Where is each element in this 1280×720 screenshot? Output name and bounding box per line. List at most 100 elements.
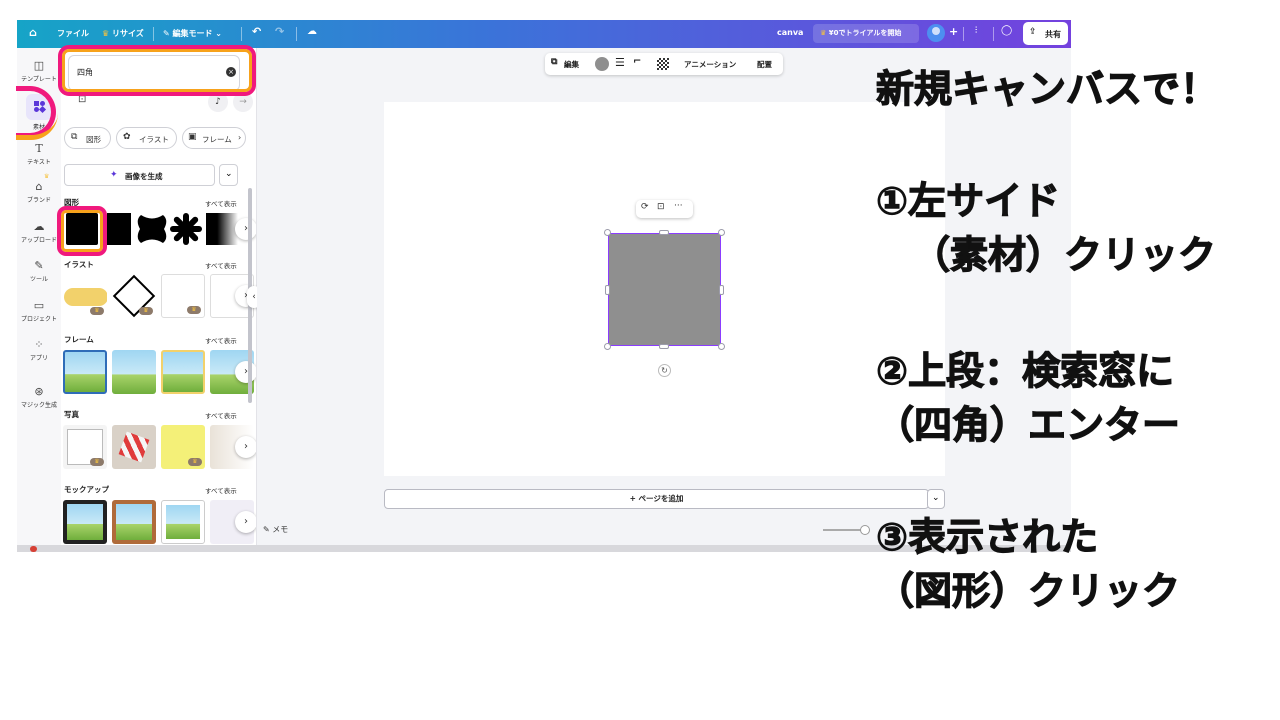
document-name[interactable]: canva xyxy=(777,28,803,37)
illustration-thumb[interactable]: ♛ xyxy=(63,274,107,318)
edit-button[interactable]: 編集 xyxy=(564,59,579,70)
context-toolbar: ⧉ 編集 ☰ ⌐ アニメーション 配置 xyxy=(545,53,783,75)
instruction-title: 新規キャンバスで！ xyxy=(875,66,1219,111)
upload-icon: ☁ xyxy=(33,220,45,233)
frame-thumb[interactable] xyxy=(63,350,107,394)
section-title-frames: フレーム xyxy=(64,335,94,344)
rail-item-projects[interactable]: ▭ プロジェクト xyxy=(17,300,61,324)
more-options-icon[interactable]: ··· xyxy=(674,201,683,211)
shapes-next-button[interactable]: › xyxy=(235,218,256,240)
crown-icon: ♛ xyxy=(187,306,201,314)
crown-icon: ♛ xyxy=(90,458,104,466)
animation-button[interactable]: アニメーション xyxy=(684,59,736,70)
mockups-next-button[interactable]: › xyxy=(235,511,256,533)
section-title-mockups: モックアップ xyxy=(64,485,109,494)
mockup-thumb[interactable] xyxy=(112,500,156,544)
photo-thumb[interactable] xyxy=(112,425,156,469)
redo-icon[interactable]: ↷ xyxy=(275,25,284,38)
rail-item-tools[interactable]: ✎ ツール xyxy=(17,259,61,284)
generate-options-button[interactable]: ⌄ xyxy=(219,164,238,186)
home-icon[interactable]: ⌂ xyxy=(29,26,37,39)
section-title-illustrations: イラスト xyxy=(64,260,94,269)
instruction-step3-detail: （図形）クリック xyxy=(875,568,1181,613)
crown-icon: ♛ xyxy=(139,307,153,315)
magic-icon: ⊛ xyxy=(34,385,44,398)
design-page[interactable]: ⟳ ⊡ ··· ↻ xyxy=(384,102,945,476)
edit-shape-icon[interactable]: ⧉ xyxy=(551,57,557,67)
rotate-handle-icon[interactable]: ↻ xyxy=(658,364,671,377)
corner-rounding-icon[interactable]: ⌐ xyxy=(633,56,641,67)
rail-item-apps[interactable]: ⁘ アプリ xyxy=(17,338,61,363)
crown-icon: ♛ xyxy=(90,307,104,315)
shape-gradient[interactable] xyxy=(206,213,238,245)
mockup-thumb[interactable] xyxy=(63,500,107,544)
generate-image-button[interactable]: ✦ 画像を生成 xyxy=(64,164,215,186)
rail-item-templates[interactable]: ◫ テンプレート xyxy=(17,59,61,84)
section-title-photos: 写真 xyxy=(64,410,79,419)
chevron-right-icon: › xyxy=(238,133,242,142)
crown-icon: ♛ xyxy=(820,29,827,37)
file-menu[interactable]: ファイル xyxy=(57,28,89,39)
search-highlight-box xyxy=(58,45,256,96)
text-icon: T xyxy=(35,142,43,155)
illustration-icon: ✿ xyxy=(123,132,131,142)
template-icon: ◫ xyxy=(33,59,45,72)
instruction-step1-detail: （素材）クリック xyxy=(911,232,1217,277)
notes-icon: ✎ xyxy=(263,525,270,534)
instructions: 新規キャンバスで！ ①左サイド （素材）クリック ②上段：検索窓に （四角）エン… xyxy=(875,0,1280,720)
rail-item-brand[interactable]: ♛ ⌂ ブランド xyxy=(17,173,61,204)
rail-item-magic[interactable]: ⊛ マジック生成 xyxy=(17,385,61,410)
see-all-frames[interactable]: すべて表示 xyxy=(205,335,237,345)
rail-item-uploads[interactable]: ☁ アップロード xyxy=(17,220,61,245)
brand-icon: ⌂ xyxy=(35,180,43,193)
transparency-icon[interactable] xyxy=(657,58,669,70)
shape-rectangle[interactable] xyxy=(107,213,131,245)
chevron-down-icon: ⌄ xyxy=(225,169,233,179)
illustration-thumb[interactable]: ♛ xyxy=(112,274,156,318)
shape-blob[interactable] xyxy=(136,212,168,246)
photo-thumb[interactable]: ♛ xyxy=(63,425,107,469)
element-toolbar: ⟳ ⊡ ··· xyxy=(636,200,693,218)
resize-menu[interactable]: ♛ リサイズ xyxy=(102,28,144,39)
zoom-slider-thumb[interactable] xyxy=(860,525,870,535)
edit-mode-menu[interactable]: ✎ 編集モード ⌄ xyxy=(163,28,222,39)
shapes-icon: ⧉ xyxy=(71,132,78,142)
tools-icon: ✎ xyxy=(34,259,44,272)
see-all-mockups[interactable]: すべて表示 xyxy=(205,485,237,495)
crown-icon: ♛ xyxy=(102,29,110,38)
instruction-step2: ②上段：検索窓に xyxy=(875,348,1175,393)
undo-icon[interactable]: ↶ xyxy=(252,25,261,38)
notes-button[interactable]: ✎ メモ xyxy=(263,524,288,535)
frame-thumb[interactable] xyxy=(112,350,156,394)
frame-icon: ▣ xyxy=(188,132,197,142)
see-all-photos[interactable]: すべて表示 xyxy=(205,410,237,420)
photos-next-button[interactable]: › xyxy=(235,436,256,458)
frames-next-button[interactable]: › xyxy=(235,361,256,383)
rail-item-text[interactable]: T テキスト xyxy=(17,142,61,167)
add-page-button[interactable]: + ページを追加 xyxy=(384,489,929,509)
see-all-shapes[interactable]: すべて表示 xyxy=(205,198,237,208)
color-swatch[interactable] xyxy=(595,57,609,71)
shape-star[interactable] xyxy=(170,212,202,246)
chip-illustrations[interactable]: ✿ イラスト xyxy=(116,127,177,149)
border-style-icon[interactable]: ☰ xyxy=(615,56,625,69)
crown-icon: ♛ xyxy=(188,458,202,466)
cloud-save-icon[interactable]: ☁ xyxy=(307,26,317,37)
crown-icon: ♛ xyxy=(44,173,50,180)
mockup-thumb[interactable] xyxy=(161,500,205,544)
photo-thumb[interactable]: ♛ xyxy=(161,425,205,469)
comment-add-icon[interactable]: ⟳ xyxy=(641,202,649,212)
frame-thumb[interactable] xyxy=(161,350,205,394)
instruction-step3: ③表示された xyxy=(875,514,1099,559)
shape-highlight-box xyxy=(57,206,107,256)
lock-icon[interactable]: ⊡ xyxy=(657,202,665,212)
apps-icon: ⁘ xyxy=(34,338,44,351)
chip-shapes[interactable]: ⧉ 図形 xyxy=(64,127,111,149)
position-button[interactable]: 配置 xyxy=(757,59,772,70)
gray-square-shape[interactable] xyxy=(608,233,721,346)
sparkle-icon: ✦ xyxy=(110,170,118,180)
instruction-step2-detail: （四角）エンター xyxy=(875,402,1181,447)
illustration-thumb[interactable]: ♛ xyxy=(161,274,205,318)
see-all-illustrations[interactable]: すべて表示 xyxy=(205,260,237,270)
chip-frames[interactable]: ▣ フレーム › xyxy=(182,127,246,149)
